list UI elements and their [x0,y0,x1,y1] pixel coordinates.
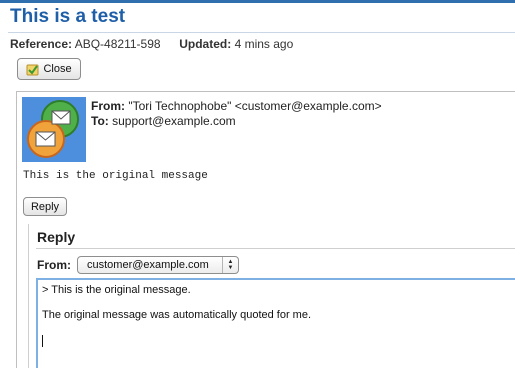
message-to: To: support@example.com [91,114,236,128]
reply-textarea[interactable]: > This is the original message. The orig… [36,278,515,368]
reply-divider [36,248,515,249]
reply-note-line: The original message was automatically q… [42,309,312,321]
close-button[interactable]: Close [17,58,81,80]
close-icon [26,63,39,76]
reply-heading: Reply [37,229,76,245]
text-caret [42,335,43,347]
message-to-label: To: [91,114,109,128]
reply-quoted-line: > This is the original message. [42,284,191,296]
updated-value: 4 mins ago [234,37,294,51]
message-from-label: From: [91,99,125,113]
message-to-value: support@example.com [112,114,236,128]
close-button-label: Close [43,63,72,75]
message-body: This is the original message [23,170,208,182]
title-divider [8,32,515,33]
updated-label: Updated: [179,37,232,51]
select-arrows-icon: ▲ ▼ [222,257,238,273]
message-from: From: "Tori Technophobe" <customer@examp… [91,99,382,113]
reply-from-label: From: [37,258,71,272]
message-from-value: "Tori Technophobe" <customer@example.com… [128,99,382,113]
page-title: This is a test [10,6,126,27]
reply-from-select[interactable]: customer@example.com ▲ ▼ [77,256,239,274]
reference-label: Reference: [10,37,73,51]
reply-from-selected: customer@example.com [87,259,209,271]
reference-value: ABQ-48211-598 [74,37,161,51]
reply-button[interactable]: Reply [23,197,67,216]
ticket-meta: Reference: ABQ-48211-598 Updated: 4 mins… [10,37,293,51]
mail-avatar-icon [22,97,86,162]
top-accent-bar [0,0,515,3]
